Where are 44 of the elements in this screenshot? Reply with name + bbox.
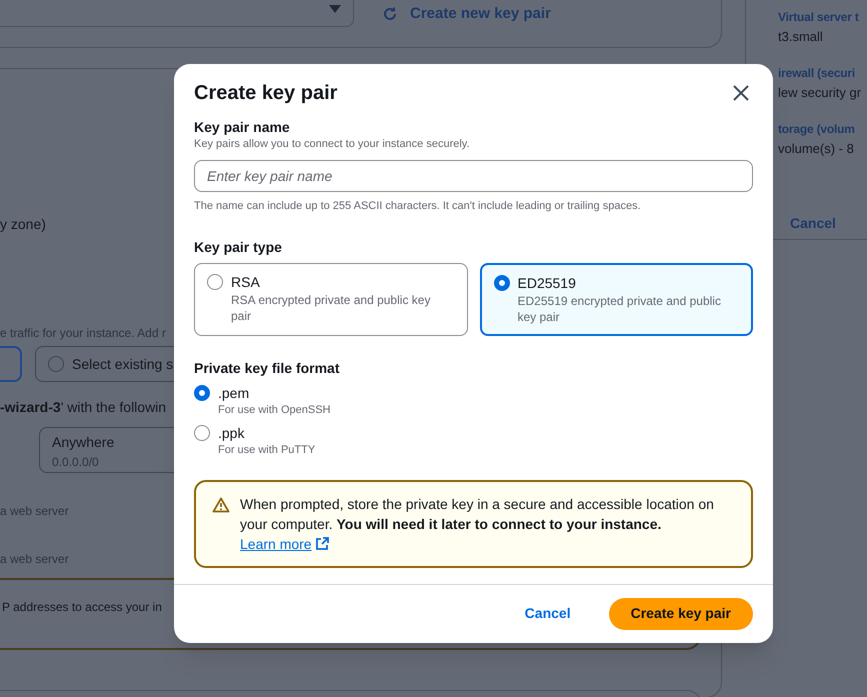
summary-link[interactable]: Virtual server t [778, 8, 867, 27]
summary-value: t3.small [778, 28, 824, 46]
refresh-icon [382, 6, 398, 22]
option-description: For use with OpenSSH [218, 402, 330, 418]
option-label: .pem [218, 384, 250, 402]
option-label: .ppk [218, 424, 246, 442]
radio-icon [48, 356, 64, 372]
caret-icon [329, 5, 341, 13]
cancel-button[interactable]: Cancel [790, 213, 836, 234]
zone-text: y zone) [0, 215, 46, 234]
section-label: Key pair type [194, 238, 283, 257]
radio-icon [494, 274, 510, 290]
option-label: ED25519 [518, 274, 577, 292]
radio-button[interactable] [194, 384, 210, 400]
summary-value: lew security gr [778, 84, 862, 102]
close-icon [732, 84, 750, 102]
field-description: Key pairs allow you to connect to your instance securely. [194, 137, 471, 152]
option-card[interactable]: ED25519 ED25519 encrypted private and public key pair [480, 262, 753, 336]
select-field[interactable] [0, 0, 354, 27]
option-label: RSA [231, 272, 261, 290]
key-name-field[interactable]: Enter key pair name [194, 160, 753, 192]
warning-text: P addresses to access your in [2, 600, 162, 614]
field-label: Key pair name [194, 118, 291, 136]
radio-icon [207, 274, 223, 290]
summary-link[interactable]: torage (volum [778, 120, 867, 139]
radio-button[interactable] [194, 424, 210, 440]
option-description: ED25519 encrypted private and public key pair [518, 292, 722, 324]
create-key-pair-button[interactable]: Create key pair [608, 598, 753, 630]
alert-text: When prompted, store the private key in a secure and accessible location on your computer. You will need it later to connect to your instance. Learn more [240, 494, 715, 554]
external-link-icon [316, 537, 329, 550]
create-key-link[interactable]: Create new key pair [382, 3, 551, 26]
option-card[interactable]: RSA RSA encrypted private and public key pair [194, 262, 468, 336]
warning-icon [212, 496, 230, 512]
summary-link[interactable]: irewall (securi [778, 64, 867, 83]
section-label: Private key file format [194, 358, 341, 378]
dialog-title: Create key pair [194, 81, 338, 106]
learn-more-link[interactable]: Learn more [240, 534, 329, 554]
cancel-button[interactable]: Cancel [512, 598, 583, 630]
field-constraint: The name can include up to 255 ASCII characters. It can't include leading or trailing spaces. [194, 199, 642, 214]
source-label: Anywhere [52, 433, 116, 452]
option-description: RSA encrypted private and public key pair [231, 292, 432, 324]
option-description: For use with PuTTY [218, 442, 316, 458]
rules-intro-text: -wizard-3' with the followin [0, 398, 166, 417]
summary-value: volume(s) - 8 [778, 140, 855, 158]
